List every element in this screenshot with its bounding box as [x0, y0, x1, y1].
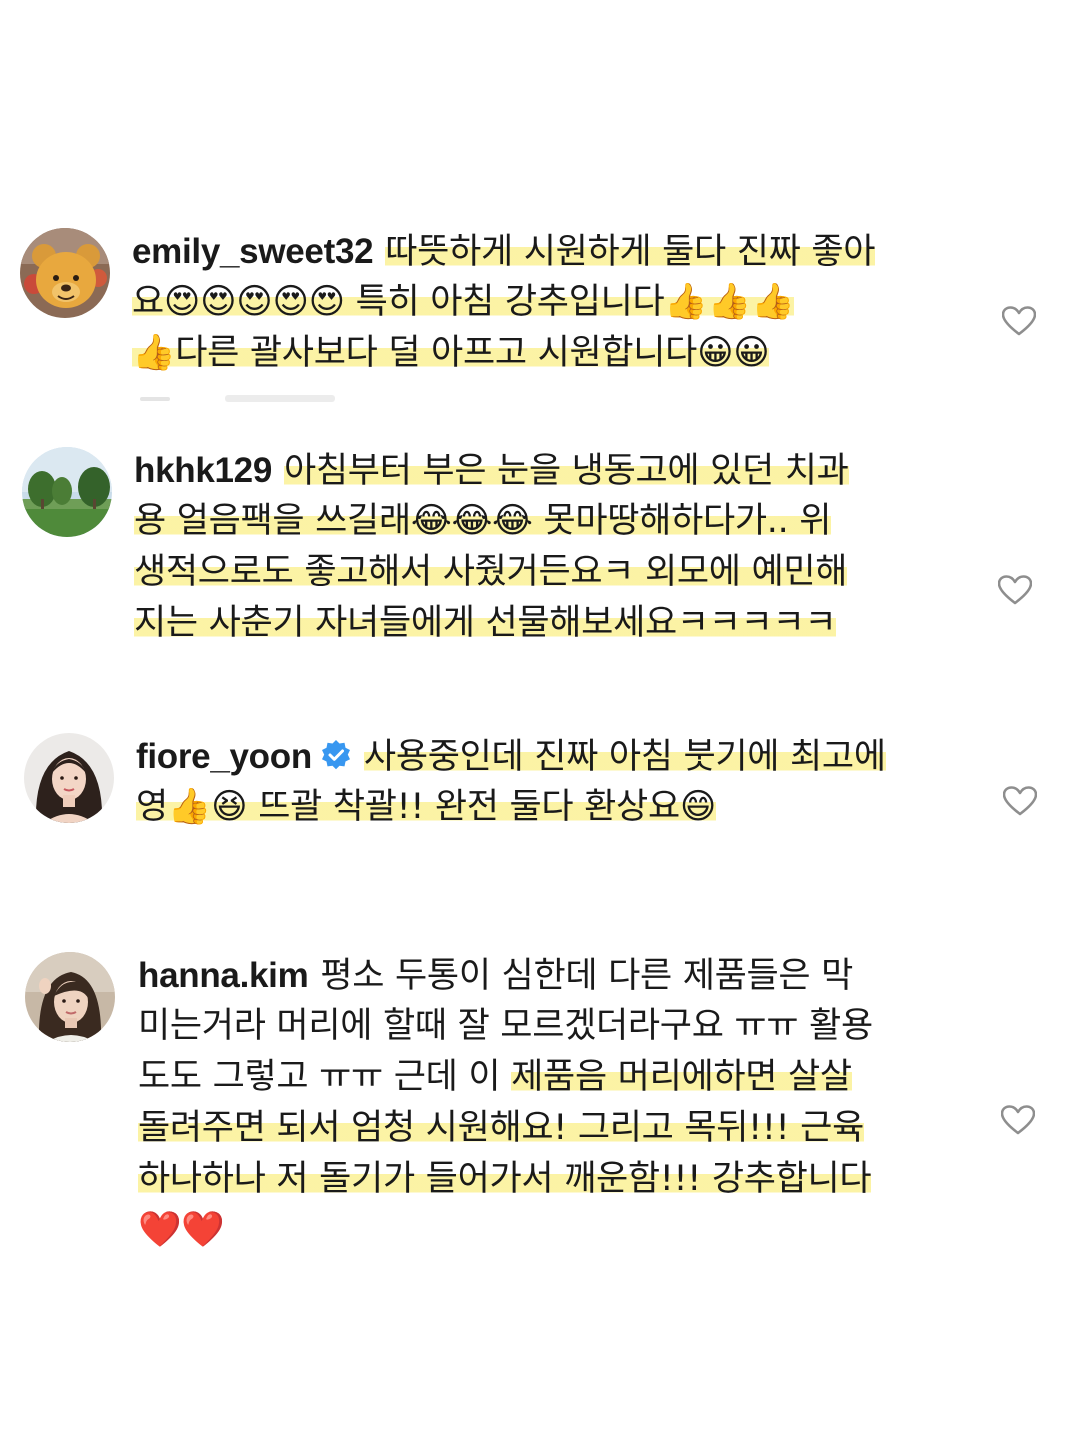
comment-line: 👍다른 괄사보다 덜 아프고 시원합니다😀😀 [132, 328, 1002, 379]
avatar[interactable] [24, 733, 114, 823]
pooh-avatar-icon [20, 228, 110, 318]
comment-line: 지는 사춘기 자녀들에게 선물해보세요ㅋㅋㅋㅋㅋ [134, 598, 1004, 649]
username[interactable]: hanna.kim [138, 956, 309, 995]
highlighted-text: 돌려주면 되서 엄청 시원해요! 그리고 목뒤!!! 근육 [138, 1108, 864, 1148]
username[interactable]: hkhk129 [134, 451, 272, 490]
comment-line: ❤️❤️ [138, 1205, 1018, 1256]
comment-text: hkhk129 아침부터 부은 눈을 냉동고에 있던 치과 용 얼음팩을 쓰길래😂… [134, 445, 1004, 649]
highlighted-text: 영👍😆 뜨괄 착괄!! 완전 둘다 환상요😄 [136, 787, 717, 827]
comment-plain-text: 도도 그렇고 ㅠㅠ 근데 이 [138, 1057, 512, 1097]
comment-line: 돌려주면 되서 엄청 시원해요! 그리고 목뒤!!! 근육 [138, 1103, 1018, 1154]
comment-plain-text: 미는거라 머리에 할때 잘 모르겠더라구요 ㅠㅠ 활용 [138, 1006, 873, 1046]
comment-text: fiore_yoon 사용중인데 진짜 아침 붓기에 최고에 영👍😆 뜨괄 착괄!… [136, 731, 1016, 833]
highlighted-text: 용 얼음팩을 쓰길래😂😂😂 못마땅해하다가.. 위 [134, 501, 832, 541]
faded-remnant [135, 390, 365, 404]
comment-text: hanna.kim 평소 두통이 심한데 다른 제품들은 막 미는거라 머리에 할… [138, 950, 1018, 1256]
avatar[interactable] [25, 952, 115, 1042]
like-heart-icon[interactable] [1003, 786, 1037, 816]
highlighted-text: 지는 사춘기 자녀들에게 선물해보세요ㅋㅋㅋㅋㅋ [134, 603, 837, 643]
highlighted-text: 사용중인데 진짜 아침 붓기에 최고에 [363, 737, 886, 777]
woman-selfie-avatar-icon [25, 952, 115, 1042]
comment-text: emily_sweet32 따뜻하게 시원하게 둘다 진짜 좋아 요😍😍😍😍😍 특… [132, 226, 1002, 379]
comment-line: 미는거라 머리에 할때 잘 모르겠더라구요 ㅠㅠ 활용 [138, 1001, 1018, 1052]
comment-line: emily_sweet32 따뜻하게 시원하게 둘다 진짜 좋아 [132, 226, 1002, 277]
woman-portrait-avatar-icon [24, 733, 114, 823]
avatar[interactable] [22, 447, 112, 537]
highlighted-text: 따뜻하게 시원하게 둘다 진짜 좋아 [385, 232, 876, 272]
park-landscape-avatar-icon [22, 447, 112, 537]
comment-line: 하나하나 저 돌기가 들어가서 깨운함!!! 강추합니다 [138, 1154, 1018, 1205]
highlighted-text: 요😍😍😍😍😍 특히 아침 강추입니다👍👍👍 [132, 282, 795, 322]
highlighted-text: 제품음 머리에하면 살살 [511, 1057, 852, 1097]
like-heart-icon[interactable] [1001, 1105, 1035, 1135]
comment-plain-text: 평소 두통이 심한데 다른 제품들은 막 [320, 956, 854, 996]
highlighted-text: 아침부터 부은 눈을 냉동고에 있던 치과 [284, 451, 849, 491]
like-heart-icon[interactable] [1002, 306, 1036, 336]
username[interactable]: emily_sweet32 [132, 232, 374, 271]
highlighted-text: 👍다른 괄사보다 덜 아프고 시원합니다😀😀 [132, 333, 770, 373]
comment-line: 생적으로도 좋고해서 사줬거든요ㅋ 외모에 예민해 [134, 547, 1004, 598]
comment-line: hkhk129 아침부터 부은 눈을 냉동고에 있던 치과 [134, 445, 1004, 496]
comment-plain-text: ❤️❤️ [138, 1210, 225, 1250]
highlighted-text: 생적으로도 좋고해서 사줬거든요ㅋ 외모에 예민해 [134, 552, 848, 592]
like-heart-icon[interactable] [998, 575, 1032, 605]
username[interactable]: fiore_yoon [136, 737, 312, 776]
comment-line: hanna.kim 평소 두통이 심한데 다른 제품들은 막 [138, 950, 1018, 1001]
verified-badge-icon [320, 739, 352, 771]
highlighted-text: 하나하나 저 돌기가 들어가서 깨운함!!! 강추합니다 [138, 1159, 872, 1199]
comment-line: 용 얼음팩을 쓰길래😂😂😂 못마땅해하다가.. 위 [134, 496, 1004, 547]
comment-line: fiore_yoon 사용중인데 진짜 아침 붓기에 최고에 [136, 731, 1016, 782]
comment-line: 요😍😍😍😍😍 특히 아침 강추입니다👍👍👍 [132, 277, 1002, 328]
comment-line: 영👍😆 뜨괄 착괄!! 완전 둘다 환상요😄 [136, 782, 1016, 833]
comment-line: 도도 그렇고 ㅠㅠ 근데 이 제품음 머리에하면 살살 [138, 1052, 1018, 1103]
avatar[interactable] [20, 228, 110, 318]
